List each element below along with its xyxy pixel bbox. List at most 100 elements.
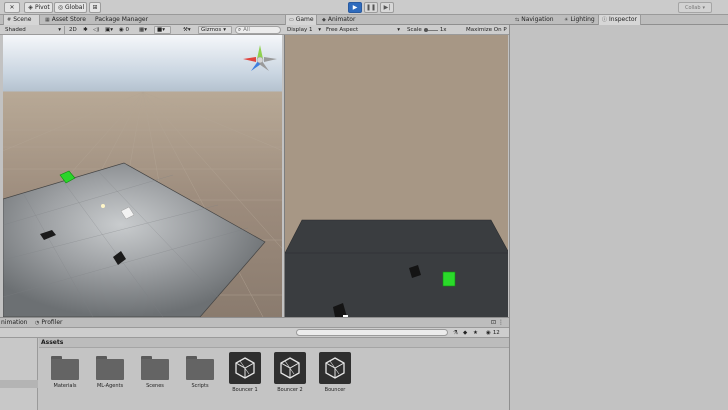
camera-settings-button[interactable]: ■▾ — [154, 26, 171, 34]
project-toolbar: ⚗ ◆ ★ ◉ 12 — [0, 328, 509, 338]
animator-icon: ◆ — [322, 17, 326, 23]
tab-asset-store[interactable]: ▦ Asset Store — [42, 15, 89, 25]
shading-mode-dropdown[interactable]: Shaded ▾ — [3, 26, 63, 34]
x-axis-cone — [243, 57, 256, 62]
2d-label: 2D — [69, 27, 77, 33]
pause-button[interactable]: ❚❚ — [364, 2, 378, 13]
grid-toggle[interactable]: ▦▾ — [137, 26, 149, 34]
tab-animation[interactable]: nimation — [0, 318, 30, 328]
tab-navigation[interactable]: ⇆ Navigation — [512, 15, 557, 25]
scene-view-toolbar: Shaded ▾ 2D ✱ ◁) ▣▾ ◉ 0 ▦▾ ■▾ ⚒▾ Gizmos … — [0, 25, 284, 35]
asset-label: Bouncer — [324, 387, 346, 393]
tab-asset-store-label: Asset Store — [51, 16, 86, 23]
tab-lighting[interactable]: ☀ Lighting — [561, 15, 598, 25]
tab-animator-label: Animator — [327, 16, 356, 23]
tools-toggle[interactable]: ⚒▾ — [181, 26, 193, 34]
audio-toggle[interactable]: ◁) — [91, 26, 101, 34]
play-button[interactable]: ▶ — [348, 2, 362, 13]
transform-tool-button[interactable]: ✕ — [4, 2, 20, 13]
effects-icon: ▣▾ — [105, 27, 113, 33]
tab-profiler-label: Profiler — [41, 319, 63, 326]
inspector-panel — [509, 25, 728, 410]
tab-package-manager-label: Package Manager — [95, 16, 149, 23]
tab-game[interactable]: ▭ Game — [285, 15, 317, 25]
scene-viewport[interactable] — [3, 35, 282, 317]
scale-track — [423, 27, 438, 32]
game-viewport[interactable] — [284, 35, 508, 317]
folder-icon — [50, 356, 80, 380]
label-icon: ◆ — [463, 330, 468, 336]
scene-tabbar: # Scene ▦ Asset Store Package Manager — [0, 15, 284, 25]
asset-grid: Materials ML-Agents Scenes Scripts Bounc… — [39, 349, 509, 410]
search-icon: ⌕ — [238, 27, 242, 33]
chevron-down-icon: ▾ — [318, 27, 321, 33]
tab-animator[interactable]: ◆ Animator — [319, 15, 358, 25]
neg-x-axis-cone — [264, 57, 277, 62]
collab-label: Collab — [684, 4, 701, 11]
effects-dropdown[interactable]: ▣▾ — [103, 26, 115, 34]
2d-toggle[interactable]: 2D — [67, 26, 79, 34]
scale-thumb[interactable] — [423, 27, 428, 32]
tools-icon: ⚒▾ — [183, 27, 191, 33]
asset-item[interactable]: Bouncer 2 — [272, 352, 308, 393]
scene-icon: # — [7, 17, 12, 23]
folder-icon — [140, 356, 170, 380]
game-tabbar: ▭ Game ◆ Animator — [284, 15, 509, 25]
game-view-toolbar: Display 1 ▾ Free Aspect ▾ Scale 1x Maxim… — [284, 25, 509, 35]
lighting-toggle[interactable]: ✱ — [81, 26, 90, 34]
filter-icon: ⚗ — [453, 330, 458, 336]
chevron-down-icon: ▾ — [58, 27, 61, 33]
filter-by-type-button[interactable]: ⚗ — [451, 329, 460, 337]
eye-slash-icon: ◉ 0 — [119, 27, 130, 33]
tab-package-manager[interactable]: Package Manager — [92, 15, 151, 25]
scene-orientation-gizmo[interactable] — [238, 41, 282, 77]
asset-item[interactable]: Bouncer — [317, 352, 353, 393]
tab-scene[interactable]: # Scene — [3, 15, 40, 25]
tab-inspector[interactable]: ⓘ Inspector — [598, 15, 642, 25]
scale-slider[interactable]: Scale 1x — [405, 26, 449, 34]
project-search-input[interactable] — [296, 329, 448, 336]
maximize-on-play-toggle[interactable]: Maximize On P — [464, 26, 509, 34]
menu-icon: ⋮ — [498, 319, 505, 326]
hidden-packages-toggle[interactable]: ◉ 12 — [484, 329, 502, 337]
speaker-icon: ◁) — [93, 27, 100, 33]
favorite-button[interactable]: ★ — [471, 329, 480, 337]
tree-item-selected[interactable] — [0, 380, 38, 388]
pivot-toggle[interactable]: ◈ Pivot — [24, 2, 53, 13]
prefab-icon — [319, 352, 351, 384]
global-toggle[interactable]: ◎ Global — [54, 2, 88, 13]
maximize-label: Maximize On P — [466, 27, 507, 33]
asset-item[interactable]: Scenes — [137, 356, 173, 389]
collab-dropdown[interactable]: Collab ▾ — [678, 2, 712, 13]
move-tools-icon: ✕ — [9, 4, 15, 11]
pivot-label: Pivot — [35, 4, 50, 11]
profiler-icon: ◔ — [35, 320, 40, 326]
project-folder-tree[interactable] — [0, 338, 38, 410]
pivot-icon: ◈ — [28, 4, 33, 11]
hidden-objects-toggle[interactable]: ◉ 0 — [117, 26, 131, 34]
assets-breadcrumb[interactable]: Assets — [39, 338, 509, 348]
display-dropdown[interactable]: Display 1 ▾ — [285, 26, 323, 34]
prefab-icon — [229, 352, 261, 384]
pause-icon: ❚❚ — [365, 4, 377, 11]
asset-item[interactable]: Bouncer 1 — [227, 352, 263, 393]
asset-item[interactable]: Materials — [47, 356, 83, 389]
folder-icon — [95, 356, 125, 380]
tab-game-label: Game — [295, 16, 314, 23]
play-icon: ▶ — [352, 4, 358, 11]
chevron-down-icon: ▾ — [397, 27, 400, 33]
asset-label: Scripts — [191, 383, 209, 389]
tab-profiler[interactable]: ◔ Profiler — [32, 318, 66, 328]
aspect-dropdown[interactable]: Free Aspect ▾ — [324, 26, 402, 34]
gizmo-center — [256, 56, 264, 64]
prefab-icon — [274, 352, 306, 384]
asset-item[interactable]: Scripts — [182, 356, 218, 389]
snap-button[interactable]: ⊞ — [89, 2, 101, 13]
panel-menu[interactable]: ⊡ ⋮ — [488, 318, 507, 328]
scene-search-input[interactable]: ⌕ All — [235, 26, 281, 34]
asset-item[interactable]: ML-Agents — [92, 356, 128, 389]
lightbulb-icon: ☀ — [564, 17, 569, 23]
step-button[interactable]: ▶| — [380, 2, 394, 13]
filter-by-label-button[interactable]: ◆ — [461, 329, 469, 337]
gizmos-dropdown[interactable]: Gizmos ▾ — [198, 26, 232, 34]
